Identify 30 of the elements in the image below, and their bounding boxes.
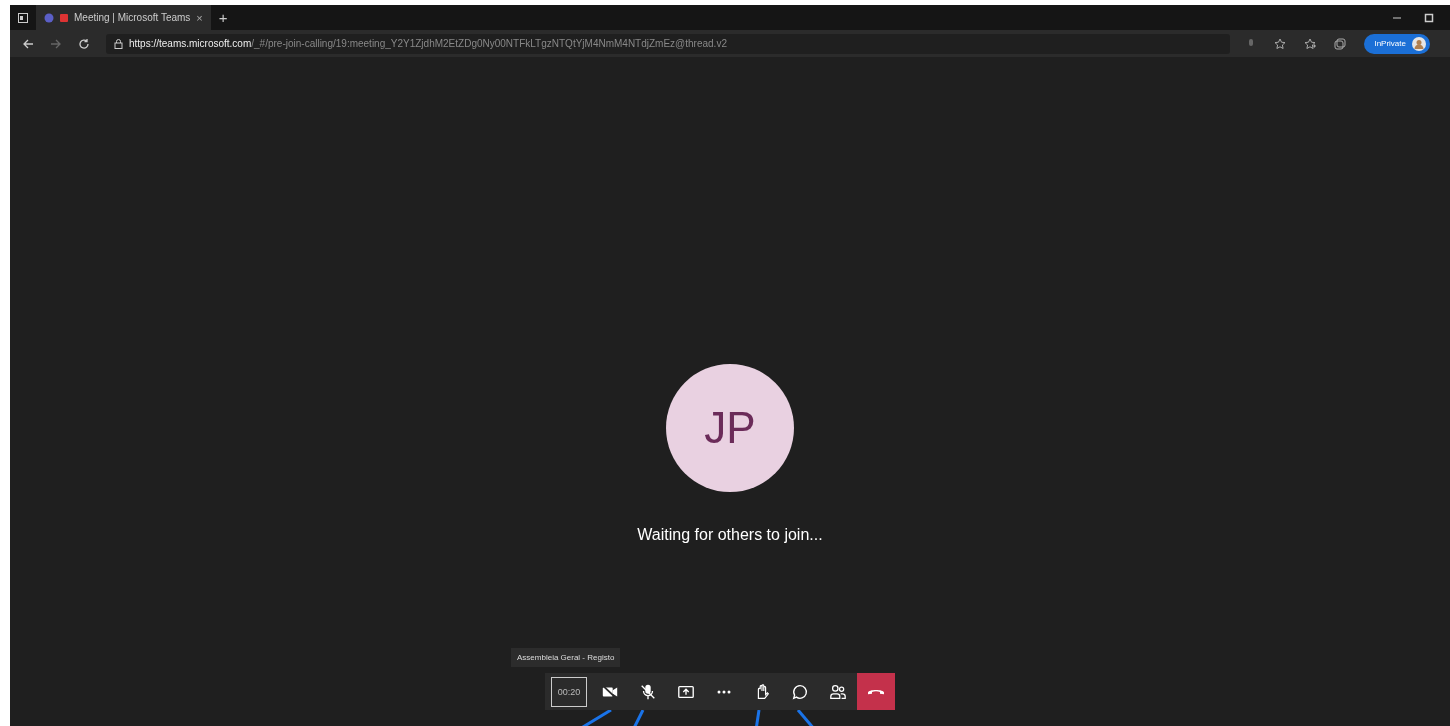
chat-icon [791, 682, 809, 701]
profile-icon [1412, 36, 1426, 51]
leader-line [631, 710, 645, 726]
forward-icon[interactable] [50, 37, 62, 50]
tab-title: Meeting | Microsoft Teams [74, 12, 191, 23]
browser-tab[interactable]: Meeting | Microsoft Teams × [36, 5, 211, 30]
recording-icon [60, 13, 68, 22]
microphone-off-icon [639, 682, 657, 701]
collections-icon[interactable] [1334, 37, 1347, 50]
favorites-icon[interactable] [1304, 37, 1317, 50]
url-host: https://teams.microsoft.com [129, 38, 252, 49]
maximize-icon[interactable] [1424, 12, 1434, 23]
call-timer: 00:20 [551, 676, 587, 707]
tab-actions-icon[interactable] [18, 12, 28, 23]
status-text: Waiting for others to join... [637, 526, 823, 544]
lock-icon [114, 38, 123, 49]
avatar: JP [666, 364, 794, 492]
more-icon [717, 689, 731, 694]
people-icon [829, 682, 847, 701]
tooltip: Assembleia Geral - Registo [511, 648, 621, 667]
refresh-icon[interactable] [78, 37, 90, 50]
address-bar[interactable]: https://teams.microsoft.com/_#/pre-join-calling/19:meeting_Y2Y1ZjdhM2EtZDg0Ny00NTFkLTgzNTQtYjM4NmM4NTdjZmEz@thread.v2 [106, 33, 1231, 54]
phone-icon [868, 688, 884, 695]
back-icon[interactable] [22, 37, 34, 50]
leader-line [754, 710, 761, 726]
hang-up-button[interactable] [857, 673, 895, 710]
inprivate-button[interactable]: InPrivate [1364, 33, 1430, 54]
url-path: /_#/pre-join-calling/19:meeting_Y2Y1ZjdhM2EtZDg0Ny00NTFkLTgzNTQtYjM4NmM4NTdjZmEz@thread.v2 [251, 38, 727, 49]
tab-close-button[interactable]: × [196, 11, 203, 24]
new-tab-button[interactable]: + [218, 9, 228, 26]
